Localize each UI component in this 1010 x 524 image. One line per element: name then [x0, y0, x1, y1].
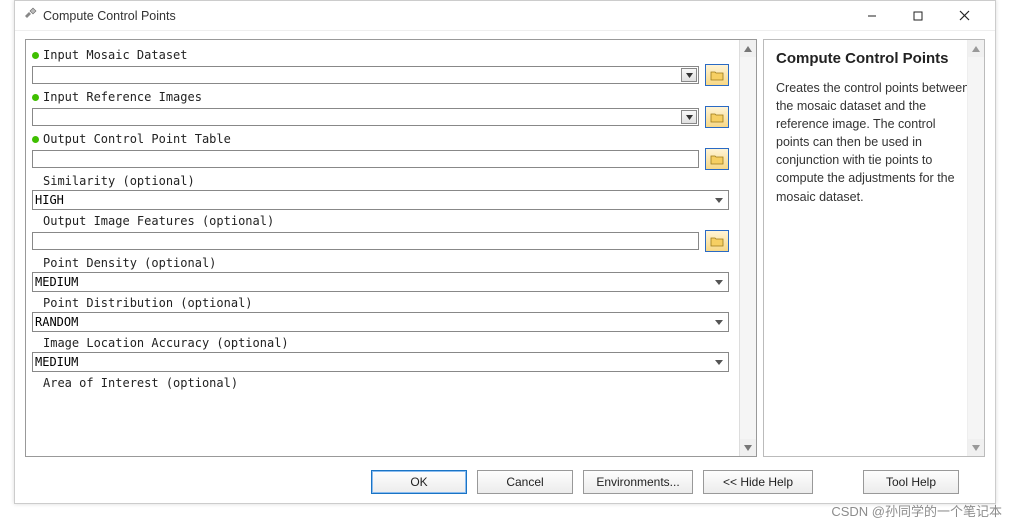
folder-icon — [710, 111, 724, 123]
dialog-window: Compute Control Points Input Mosaic Data… — [14, 0, 996, 504]
output-table-input[interactable] — [32, 150, 699, 168]
environments-button[interactable]: Environments... — [583, 470, 693, 494]
help-pane: Compute Control Points Creates the contr… — [763, 39, 985, 457]
label-distribution: Point Distribution (optional) — [43, 296, 253, 310]
scroll-down-icon[interactable] — [968, 439, 984, 456]
browse-output-features-button[interactable] — [705, 230, 729, 252]
folder-icon — [710, 153, 724, 165]
form-scrollbar[interactable] — [739, 40, 756, 456]
browse-mosaic-button[interactable] — [705, 64, 729, 86]
help-body: Creates the control points between the m… — [776, 79, 972, 206]
button-bar: OK Cancel Environments... << Hide Help T… — [15, 461, 995, 503]
accuracy-select[interactable]: MEDIUM — [32, 352, 729, 372]
label-aoi: Area of Interest (optional) — [43, 376, 238, 390]
folder-icon — [710, 69, 724, 81]
hide-help-button[interactable]: << Hide Help — [703, 470, 813, 494]
maximize-button[interactable] — [895, 1, 941, 31]
label-accuracy: Image Location Accuracy (optional) — [43, 336, 289, 350]
input-reference-combo[interactable] — [32, 108, 699, 126]
titlebar: Compute Control Points — [15, 1, 995, 31]
hammer-icon — [23, 7, 37, 24]
label-input-reference: Input Reference Images — [43, 90, 202, 104]
window-title: Compute Control Points — [43, 9, 849, 23]
chevron-down-icon[interactable] — [681, 110, 697, 124]
help-title: Compute Control Points — [776, 50, 972, 69]
output-features-input[interactable] — [32, 232, 699, 250]
similarity-select[interactable]: HIGH — [32, 190, 729, 210]
minimize-button[interactable] — [849, 1, 895, 31]
input-mosaic-combo[interactable] — [32, 66, 699, 84]
scroll-up-icon[interactable] — [968, 40, 984, 57]
chevron-down-icon[interactable] — [681, 68, 697, 82]
label-input-mosaic: Input Mosaic Dataset — [43, 48, 188, 62]
ok-button[interactable]: OK — [371, 470, 467, 494]
cancel-button[interactable]: Cancel — [477, 470, 573, 494]
required-dot-icon — [32, 52, 39, 59]
scroll-track[interactable] — [740, 57, 756, 439]
required-dot-icon — [32, 136, 39, 143]
label-density: Point Density (optional) — [43, 256, 216, 270]
label-output-table: Output Control Point Table — [43, 132, 231, 146]
required-dot-icon — [32, 94, 39, 101]
label-output-features: Output Image Features (optional) — [43, 214, 274, 228]
scroll-down-icon[interactable] — [740, 439, 756, 456]
close-button[interactable] — [941, 1, 987, 31]
folder-icon — [710, 235, 724, 247]
scroll-up-icon[interactable] — [740, 40, 756, 57]
distribution-select[interactable]: RANDOM — [32, 312, 729, 332]
help-scrollbar[interactable] — [967, 40, 984, 456]
density-select[interactable]: MEDIUM — [32, 272, 729, 292]
tool-help-button[interactable]: Tool Help — [863, 470, 959, 494]
browse-output-table-button[interactable] — [705, 148, 729, 170]
label-similarity: Similarity (optional) — [43, 174, 195, 188]
browse-reference-button[interactable] — [705, 106, 729, 128]
form-pane: Input Mosaic Dataset Input Reference Ima… — [25, 39, 757, 457]
